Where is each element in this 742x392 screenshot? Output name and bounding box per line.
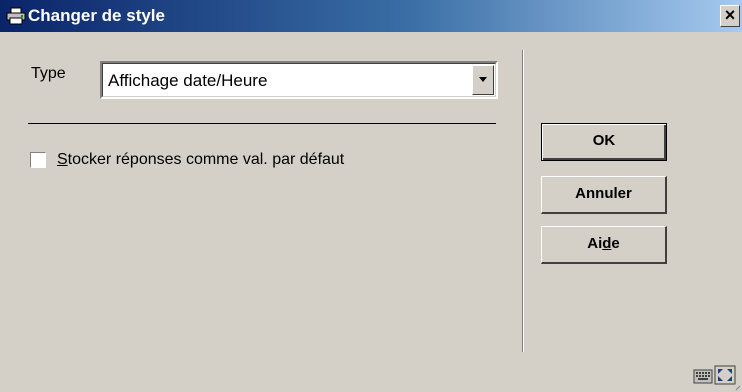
store-defaults-label[interactable]: Stocker réponses comme val. par défaut [57,150,344,170]
close-button[interactable]: × [720,5,740,27]
type-select[interactable]: Affichage date/Heure [100,61,498,99]
type-select-inner: Affichage date/Heure [102,63,496,97]
maximize-icon[interactable] [714,365,736,385]
help-button[interactable]: Aide [541,226,667,264]
dialog-window: Changer de style × Type Affichage date/H… [0,0,742,392]
help-label-part2: e [611,235,620,252]
title-bar[interactable]: Changer de style × [0,0,742,32]
printer-icon [6,7,26,25]
keyboard-icon[interactable] [693,367,713,385]
horizontal-divider [28,123,496,124]
vertical-divider [522,50,524,352]
ok-button[interactable]: OK [541,123,667,161]
help-label-part1: Ai [587,235,603,252]
resize-grip-icon[interactable] [735,385,741,391]
cancel-button[interactable]: Annuler [541,176,667,214]
store-defaults-checkbox[interactable] [30,152,46,168]
close-icon: × [724,5,736,25]
store-defaults-label-rest: tocker réponses comme val. par défaut [67,151,345,168]
dropdown-button[interactable] [472,65,494,95]
window-title: Changer de style [28,6,165,25]
type-select-value: Affichage date/Heure [108,71,268,90]
type-label: Type [31,65,66,82]
store-defaults-label-text: S [57,151,68,168]
chevron-down-icon [479,77,487,82]
